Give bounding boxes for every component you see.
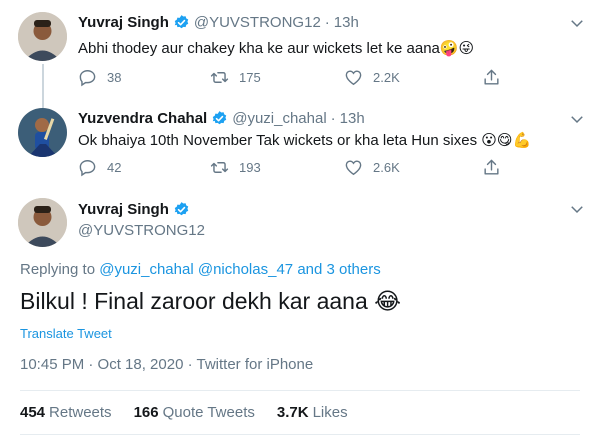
author-handle[interactable]: @YUVSTRONG12 <box>194 14 321 31</box>
reply-button[interactable]: 38 <box>78 68 121 87</box>
heart-icon <box>345 70 362 86</box>
tweet-emojis: 😮😋💪 <box>481 131 532 149</box>
chevron-down-icon[interactable] <box>568 200 586 218</box>
tweet-timestamp-source[interactable]: 10:45 PM · Oct 18, 2020 · Twitter for iP… <box>20 356 313 373</box>
share-icon <box>484 69 499 85</box>
tweet-text: Abhi thodey aur chakey kha ke aur wicket… <box>78 39 474 57</box>
avatar[interactable] <box>18 108 67 157</box>
retweet-button[interactable]: 193 <box>210 158 261 177</box>
chevron-down-icon[interactable] <box>568 110 586 128</box>
tweet-text: Ok bhaiya 10th November Tak wickets or k… <box>78 131 531 149</box>
author-handle[interactable]: @yuzi_chahal <box>232 110 326 127</box>
quote-tweets-count: 166 <box>133 404 159 421</box>
chevron-down-icon[interactable] <box>568 14 586 32</box>
replying-to: Replying to @yuzi_chahal @nicholas_47 an… <box>20 261 381 278</box>
like-count: 2.2K <box>373 70 400 85</box>
separator: · <box>330 110 336 127</box>
tweet-time[interactable]: 13h <box>340 110 365 127</box>
reply-icon <box>79 70 96 87</box>
reply-icon <box>79 160 96 177</box>
divider <box>20 390 580 391</box>
author-name[interactable]: Yuzvendra Chahal <box>78 110 207 127</box>
main-tweet-emoji: 😂 <box>374 289 401 315</box>
quote-tweets-label: Quote Tweets <box>162 404 255 421</box>
reply-button[interactable]: 42 <box>78 158 121 177</box>
verified-badge-icon <box>173 14 190 31</box>
main-tweet-text: Bilkul ! Final zaroor dekh kar aana 😂 <box>20 288 401 315</box>
like-button[interactable]: 2.2K <box>344 68 400 87</box>
thread-line <box>42 100 44 108</box>
avatar[interactable] <box>18 198 67 247</box>
tweet-header: Yuvraj Singh @YUVSTRONG12 · 13h <box>78 14 359 31</box>
share-icon <box>484 159 499 175</box>
verified-badge-icon <box>211 110 228 127</box>
tweet-stats: 454 Retweets 166 Quote Tweets 3.7K Likes <box>20 404 348 421</box>
retweet-icon <box>210 72 229 83</box>
mention-link[interactable]: @nicholas_47 <box>198 261 293 278</box>
author-name[interactable]: Yuvraj Singh <box>78 14 169 31</box>
retweet-icon <box>210 162 229 173</box>
author-name-row: Yuvraj Singh <box>78 201 194 218</box>
others-link[interactable]: and 3 others <box>297 261 380 278</box>
likes-label: Likes <box>312 404 348 421</box>
author-handle-row: @YUVSTRONG12 <box>78 222 205 239</box>
tweet-time[interactable]: 13h <box>334 14 359 31</box>
retweet-count: 175 <box>239 70 261 85</box>
tweet-actions: 42 193 2.6K <box>78 158 518 178</box>
main-tweet-body: Bilkul ! Final zaroor dekh kar aana <box>20 288 368 314</box>
retweets-count: 454 <box>20 404 46 421</box>
like-button[interactable]: 2.6K <box>344 158 400 177</box>
tweet-actions: 38 175 2.2K <box>78 68 518 88</box>
reply-count: 38 <box>107 70 122 85</box>
avatar[interactable] <box>18 12 67 61</box>
like-count: 2.6K <box>373 160 400 175</box>
tweet-text-body: Ok bhaiya 10th November Tak wickets or k… <box>78 132 478 149</box>
divider <box>20 434 580 435</box>
separator: · <box>324 14 330 31</box>
retweets-stat[interactable]: 454 Retweets <box>20 404 112 421</box>
tweet-emojis: 🤪😜 <box>439 39 475 57</box>
translate-tweet-link[interactable]: Translate Tweet <box>20 326 112 341</box>
quote-tweets-stat[interactable]: 166 Quote Tweets <box>134 404 255 421</box>
author-handle[interactable]: @YUVSTRONG12 <box>78 222 205 239</box>
verified-badge-icon <box>173 201 190 218</box>
tweet-2[interactable]: Yuzvendra Chahal @yuzi_chahal · 13h Ok b… <box>0 100 600 192</box>
retweet-count: 193 <box>239 160 261 175</box>
heart-icon <box>345 160 362 176</box>
replying-prefix: Replying to <box>20 261 96 278</box>
tweet-text-body: Abhi thodey aur chakey kha ke aur wicket… <box>78 40 440 57</box>
author-name[interactable]: Yuvraj Singh <box>78 201 169 218</box>
likes-count: 3.7K <box>276 404 309 421</box>
reply-count: 42 <box>107 160 122 175</box>
tweet-header: Yuzvendra Chahal @yuzi_chahal · 13h <box>78 110 365 127</box>
retweets-label: Retweets <box>49 404 112 421</box>
share-button[interactable] <box>482 68 511 87</box>
mention-link[interactable]: @yuzi_chahal <box>99 261 193 278</box>
likes-stat[interactable]: 3.7K Likes <box>277 404 348 421</box>
retweet-button[interactable]: 175 <box>210 68 261 87</box>
tweet-1[interactable]: Yuvraj Singh @YUVSTRONG12 · 13h Abhi tho… <box>0 0 600 108</box>
share-button[interactable] <box>482 158 511 177</box>
